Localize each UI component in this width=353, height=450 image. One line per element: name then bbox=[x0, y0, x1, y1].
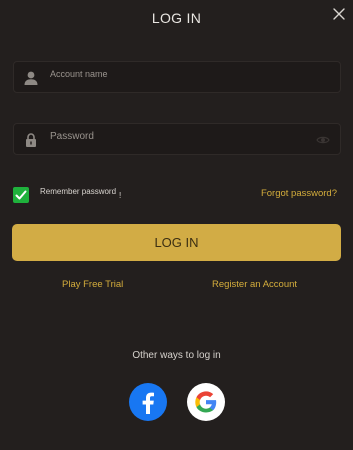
forgot-password-link[interactable]: Forgot password? bbox=[261, 188, 337, 199]
close-icon[interactable] bbox=[331, 6, 347, 22]
password-field[interactable] bbox=[13, 121, 341, 155]
account-name-input[interactable] bbox=[50, 59, 310, 89]
facebook-login-button[interactable] bbox=[129, 383, 167, 421]
remember-checkbox[interactable] bbox=[13, 187, 29, 203]
other-login-heading: Other ways to log in bbox=[132, 350, 221, 361]
password-input[interactable] bbox=[50, 121, 310, 151]
eye-icon[interactable] bbox=[316, 133, 330, 147]
facebook-icon bbox=[142, 392, 154, 414]
lock-icon bbox=[23, 132, 39, 148]
register-account-link[interactable]: Register an Account bbox=[212, 279, 297, 290]
remember-label: Remember password bbox=[40, 187, 117, 196]
google-login-button[interactable] bbox=[187, 383, 225, 421]
info-mark: ! bbox=[119, 191, 122, 200]
dialog-title: LOG IN bbox=[151, 10, 202, 26]
login-button[interactable]: LOG IN bbox=[12, 224, 341, 261]
account-name-field[interactable] bbox=[13, 59, 341, 93]
remember-password: Remember password ! bbox=[13, 186, 122, 203]
login-dialog: LOG IN Account name Remember password ! … bbox=[0, 0, 353, 450]
user-icon bbox=[23, 70, 39, 86]
google-icon bbox=[195, 391, 217, 413]
play-free-trial-link[interactable]: Play Free Trial bbox=[62, 279, 123, 290]
